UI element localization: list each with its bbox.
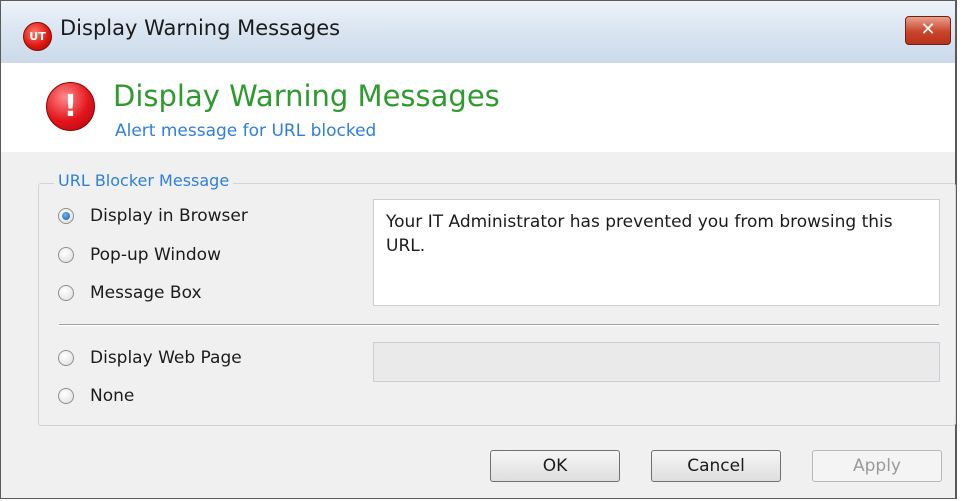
cancel-button[interactable]: Cancel xyxy=(651,450,781,482)
radio-label: Display in Browser xyxy=(90,206,248,226)
radio-none[interactable]: None xyxy=(58,386,134,406)
header-title: Display Warning Messages xyxy=(113,79,500,113)
radio-message-box[interactable]: Message Box xyxy=(58,283,202,303)
message-textarea[interactable]: Your IT Administrator has prevented you … xyxy=(373,199,940,306)
apply-button[interactable]: Apply xyxy=(812,450,942,482)
radio-label: Pop-up Window xyxy=(90,245,221,265)
dialog-header: ! Display Warning Messages Alert message… xyxy=(1,63,955,152)
web-page-url-field[interactable] xyxy=(373,342,940,382)
radio-popup-window[interactable]: Pop-up Window xyxy=(58,245,221,265)
close-icon: ✕ xyxy=(920,19,936,40)
close-button[interactable]: ✕ xyxy=(905,16,951,45)
dialog-content: ! Display Warning Messages Alert message… xyxy=(1,63,956,498)
radio-display-in-browser[interactable]: Display in Browser xyxy=(58,206,248,226)
header-subtitle: Alert message for URL blocked xyxy=(115,121,377,141)
radio-label: None xyxy=(90,386,135,406)
radio-label: Message Box xyxy=(90,283,202,303)
radio-button[interactable] xyxy=(58,247,74,263)
divider xyxy=(59,324,939,326)
radio-button[interactable] xyxy=(58,285,74,301)
group-legend: URL Blocker Message xyxy=(54,171,234,190)
title-bar[interactable]: UT Display Warning Messages ✕ xyxy=(1,1,955,63)
app-logo-icon: UT xyxy=(23,22,52,51)
radio-label: Display Web Page xyxy=(90,348,242,368)
radio-button[interactable] xyxy=(58,350,74,366)
dialog-window: UT Display Warning Messages ✕ ! Display … xyxy=(0,0,957,499)
ok-button[interactable]: OK xyxy=(490,450,620,482)
window-title: Display Warning Messages xyxy=(60,16,341,40)
radio-button-selected[interactable] xyxy=(58,208,74,224)
radio-display-web-page[interactable]: Display Web Page xyxy=(58,348,242,368)
radio-button[interactable] xyxy=(58,388,74,404)
warning-icon: ! xyxy=(46,82,95,131)
